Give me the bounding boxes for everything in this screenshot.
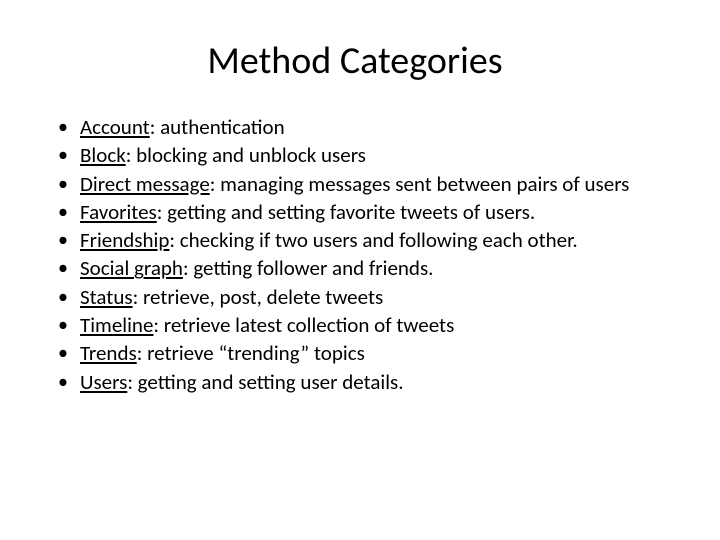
item-term: Favorites: [80, 199, 157, 225]
list-item: Status: retrieve, post, delete tweets: [58, 284, 670, 311]
item-term: Timeline: [80, 312, 153, 338]
item-term: Users: [80, 369, 127, 395]
item-term: Trends: [80, 340, 137, 366]
list-item: Users: getting and setting user details.: [58, 369, 670, 396]
item-description: : getting follower and friends.: [183, 255, 434, 281]
item-term: Social graph: [80, 255, 183, 281]
slide-title: Method Categories: [40, 38, 670, 84]
list-item: Social graph: getting follower and frien…: [58, 255, 670, 282]
item-description: : managing messages sent between pairs o…: [210, 171, 630, 197]
item-term: Friendship: [80, 227, 169, 253]
item-description: : checking if two users and following ea…: [169, 227, 577, 253]
list-item: Trends: retrieve “trending” topics: [58, 340, 670, 367]
item-term: Direct message: [80, 171, 210, 197]
list-item: Favorites: getting and setting favorite …: [58, 199, 670, 226]
item-term: Status: [80, 284, 133, 310]
item-term: Block: [80, 142, 126, 168]
item-description: : authentication: [150, 114, 285, 140]
list-item: Account: authentication: [58, 114, 670, 141]
method-categories-list: Account: authentication Block: blocking …: [40, 114, 670, 396]
list-item: Block: blocking and unblock users: [58, 142, 670, 169]
item-term: Account: [80, 114, 150, 140]
list-item: Friendship: checking if two users and fo…: [58, 227, 670, 254]
list-item: Timeline: retrieve latest collection of …: [58, 312, 670, 339]
list-item: Direct message: managing messages sent b…: [58, 171, 670, 198]
item-description: : retrieve “trending” topics: [137, 340, 365, 366]
item-description: : retrieve, post, delete tweets: [133, 284, 384, 310]
item-description: : retrieve latest collection of tweets: [153, 312, 454, 338]
item-description: : blocking and unblock users: [126, 142, 366, 168]
item-description: : getting and setting user details.: [127, 369, 403, 395]
item-description: : getting and setting favorite tweets of…: [157, 199, 535, 225]
